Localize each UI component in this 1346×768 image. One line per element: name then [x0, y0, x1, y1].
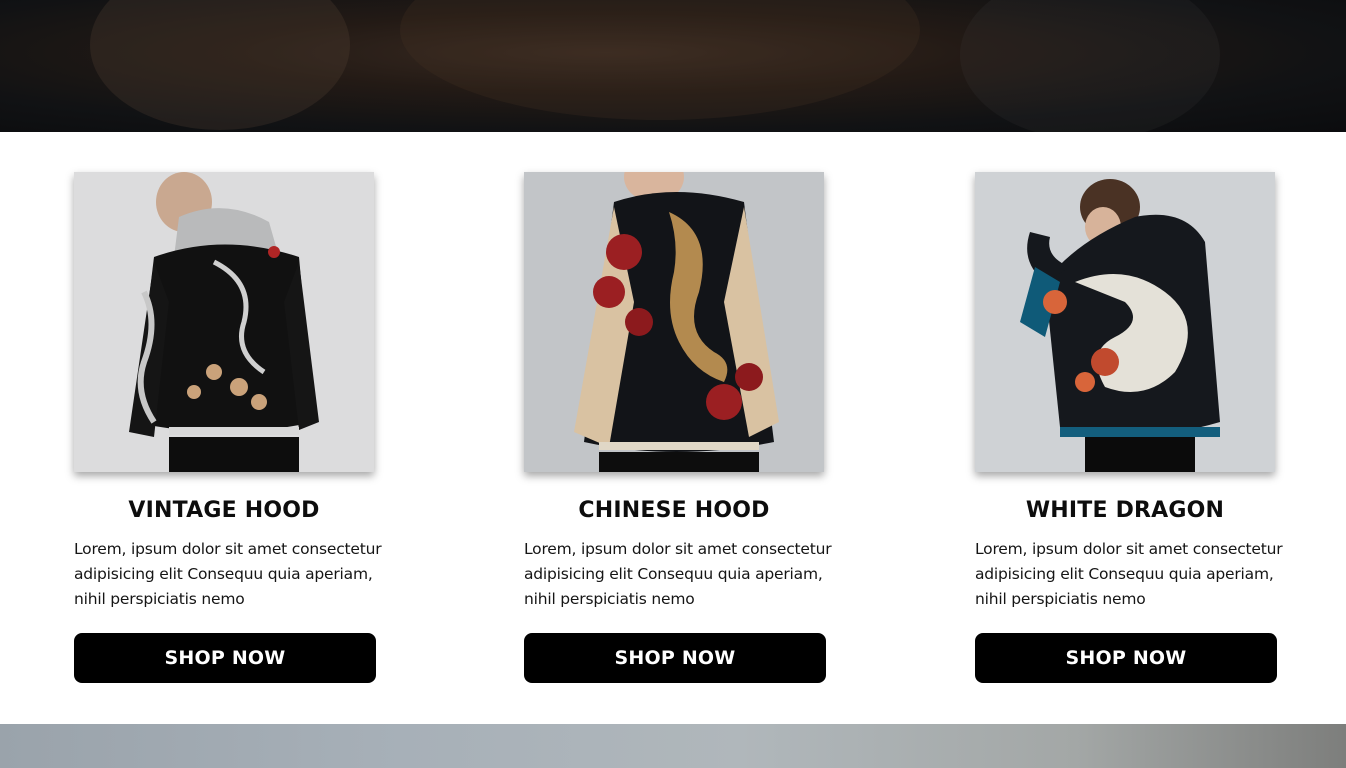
product-card-white-dragon: WHITE DRAGON Lorem, ipsum dolor sit amet… — [975, 172, 1283, 683]
product-card-chinese-hood: CHINESE HOOD Lorem, ipsum dolor sit amet… — [524, 172, 832, 683]
vintage-hood-illustration — [74, 172, 374, 472]
products-section: VINTAGE HOOD Lorem, ipsum dolor sit amet… — [0, 132, 1346, 724]
product-card-vintage-hood: VINTAGE HOOD Lorem, ipsum dolor sit amet… — [74, 172, 382, 683]
product-description: Lorem, ipsum dolor sit amet consectetur … — [74, 540, 382, 608]
product-description: Lorem, ipsum dolor sit amet consectetur … — [524, 540, 832, 608]
hero-banner-top — [0, 0, 1346, 132]
chinese-hood-jacket-photo[interactable] — [524, 172, 824, 472]
white-dragon-illustration — [975, 172, 1275, 472]
shop-now-button[interactable]: SHOP NOW — [975, 633, 1277, 683]
shop-now-button[interactable]: SHOP NOW — [74, 633, 376, 683]
chinese-hood-illustration — [524, 172, 824, 472]
white-dragon-jacket-photo[interactable] — [975, 172, 1275, 472]
shop-now-button[interactable]: SHOP NOW — [524, 633, 826, 683]
product-title: VINTAGE HOOD — [128, 498, 320, 523]
product-title: WHITE DRAGON — [1025, 498, 1225, 523]
product-description: Lorem, ipsum dolor sit amet consectetur … — [975, 540, 1283, 608]
vintage-hood-jacket-photo[interactable] — [74, 172, 374, 472]
hero-banner-bottom — [0, 724, 1346, 768]
product-title: CHINESE HOOD — [578, 498, 770, 523]
